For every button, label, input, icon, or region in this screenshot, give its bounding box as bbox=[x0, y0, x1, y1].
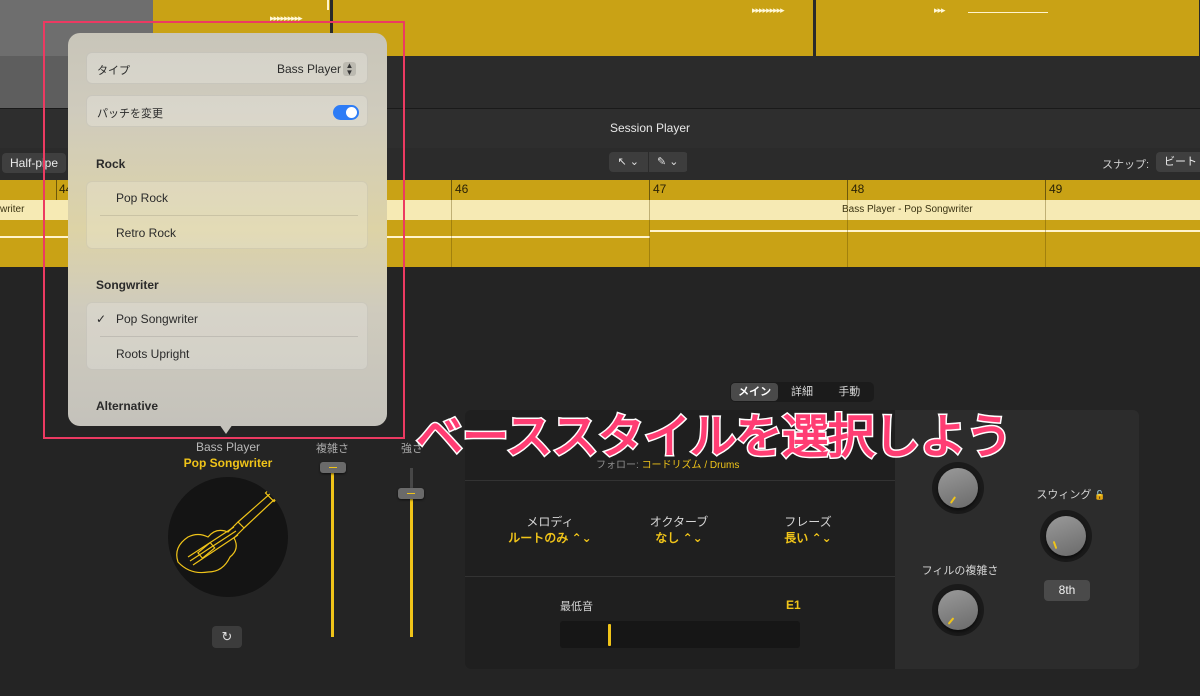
top-knob[interactable] bbox=[932, 462, 984, 514]
intensity-slider-knob[interactable] bbox=[398, 488, 424, 499]
intensity-slider-track[interactable] bbox=[410, 493, 413, 637]
phrase-dropdown[interactable]: 長い ⌃⌄ bbox=[748, 529, 868, 546]
player-name: Bass Player bbox=[195, 440, 261, 454]
grid-line bbox=[1045, 200, 1046, 267]
bar-line bbox=[451, 180, 452, 200]
divider bbox=[465, 480, 895, 481]
app-window: ▸▸▸▸▸▸▸▸▸ ▸▸▸▸▸▸▸▸▸ ▸▸▸ Session Player H… bbox=[0, 0, 1200, 696]
complexity-slider-knob[interactable] bbox=[320, 462, 346, 473]
swing-knob[interactable] bbox=[1040, 510, 1092, 562]
bar-number: 49 bbox=[1049, 182, 1063, 196]
grid-line bbox=[451, 200, 452, 267]
swing-value-button[interactable]: 8th bbox=[1044, 580, 1090, 601]
note-line bbox=[650, 230, 1200, 232]
tool-selector: ↖ ⌄ ✎ ⌄ bbox=[609, 152, 688, 172]
bar-number: 47 bbox=[653, 182, 667, 196]
bar-number: 48 bbox=[851, 182, 865, 196]
bar-line bbox=[847, 180, 848, 200]
octave-label: オクターブ bbox=[649, 515, 709, 529]
drum-region-2[interactable]: ▸▸▸▸▸▸▸▸▸ bbox=[333, 0, 814, 56]
region-name-left: writer bbox=[0, 204, 25, 215]
grid-line bbox=[847, 200, 848, 267]
callout-text: ベーススタイルを選択しよう bbox=[415, 409, 1015, 467]
fill-complexity-label: フィルの複雑さ bbox=[921, 565, 999, 577]
octave-dropdown[interactable]: なし ⌃⌄ bbox=[619, 529, 739, 546]
drum-region-3[interactable]: ▸▸▸ bbox=[816, 0, 1200, 56]
lowest-note-value: E1 bbox=[786, 598, 801, 612]
lowest-note-range[interactable] bbox=[560, 621, 800, 648]
bar-line bbox=[649, 180, 650, 200]
swing-label: スウィング 🔓 bbox=[1011, 486, 1131, 502]
lock-icon[interactable]: 🔓 bbox=[1094, 490, 1105, 500]
melody-dropdown[interactable]: ルートのみ ⌃⌄ bbox=[490, 529, 610, 546]
snap-dropdown[interactable]: ビート bbox=[1156, 152, 1200, 172]
grid-line bbox=[649, 200, 650, 267]
lowest-note-marker[interactable] bbox=[608, 624, 611, 646]
refresh-icon[interactable]: ↻ bbox=[212, 626, 242, 648]
phrase-label: フレーズ bbox=[784, 515, 832, 529]
complexity-label: 複雑さ bbox=[316, 443, 349, 455]
bar-line bbox=[1045, 180, 1046, 200]
lowest-note-label: 最低音 bbox=[560, 601, 593, 613]
pointer-tool-button[interactable]: ↖ ⌄ bbox=[609, 152, 649, 172]
pencil-tool-button[interactable]: ✎ ⌄ bbox=[649, 152, 688, 172]
highlight-frame bbox=[43, 21, 405, 439]
fill-complexity-knob[interactable] bbox=[932, 584, 984, 636]
complexity-slider-track[interactable] bbox=[331, 470, 334, 637]
player-style-button[interactable]: Pop Songwriter bbox=[160, 456, 296, 470]
bass-guitar-icon[interactable] bbox=[168, 477, 288, 597]
region-name: Bass Player - Pop Songwriter bbox=[842, 204, 973, 215]
divider bbox=[465, 576, 895, 577]
snap-label: スナップ: bbox=[1102, 159, 1150, 171]
bar-number: 46 bbox=[455, 182, 469, 196]
swing-label-text: スウィング bbox=[1036, 489, 1092, 501]
melody-label: メロディ bbox=[526, 515, 574, 529]
